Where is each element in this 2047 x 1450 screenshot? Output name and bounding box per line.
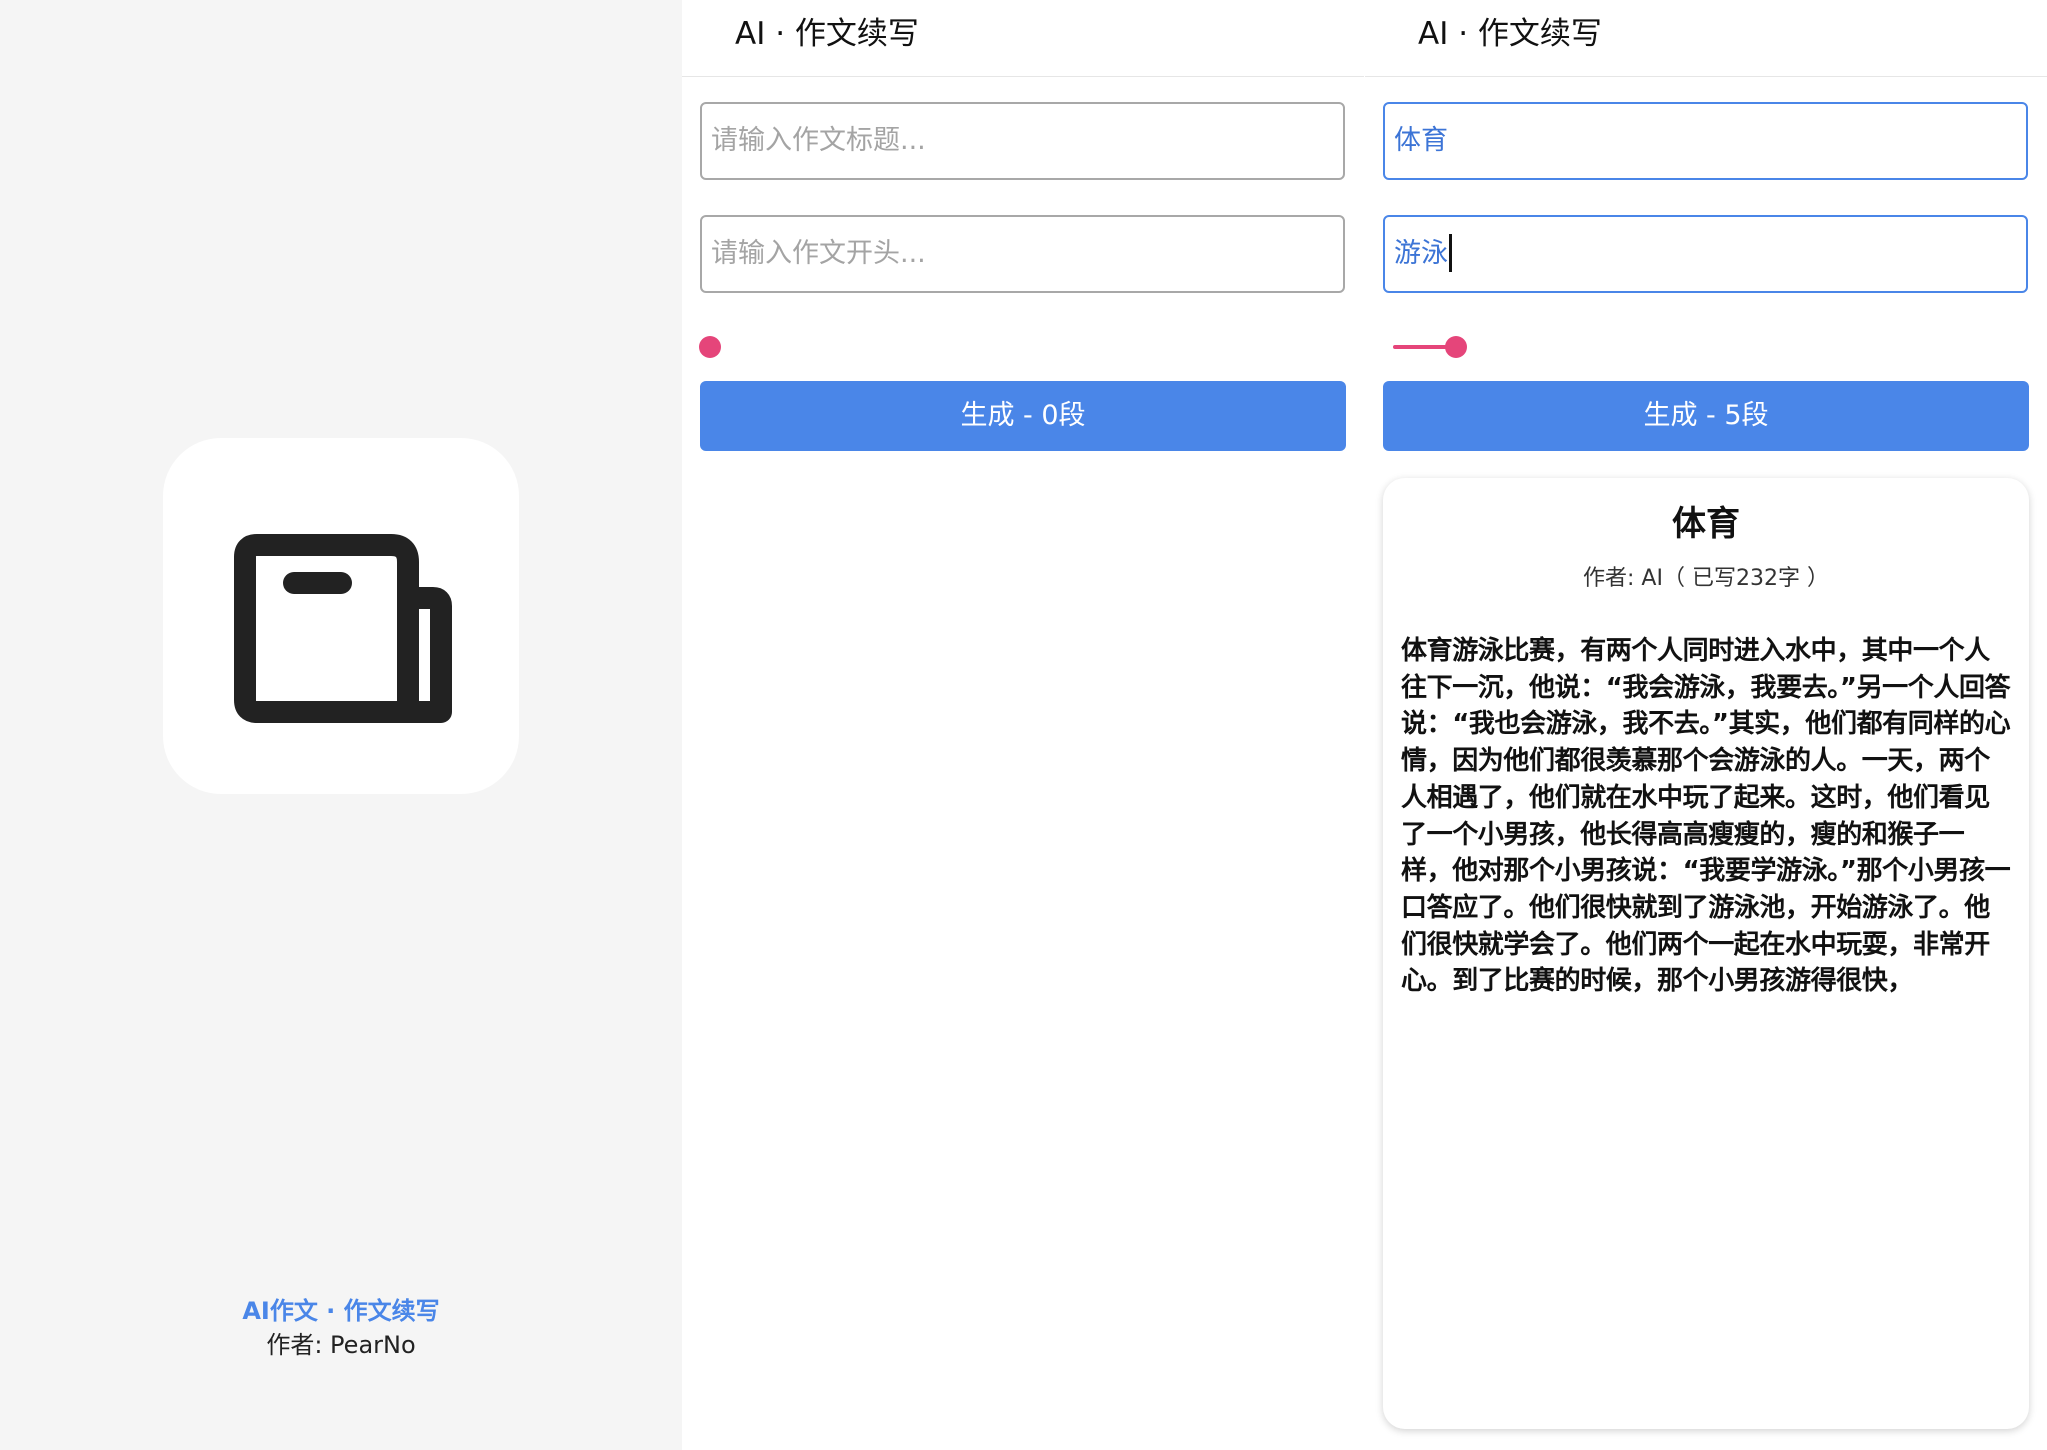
- app-header: AI · 作文续写: [1365, 0, 2047, 77]
- slider-thumb[interactable]: [1445, 336, 1467, 358]
- text-caret: [1449, 233, 1452, 272]
- essay-title-input[interactable]: 请输入作文标题...: [700, 102, 1345, 180]
- essay-result-card: 体育 作者: AI（ 已写232字 ） 体育游泳比赛，有两个人同时进入水中，其中…: [1383, 478, 2029, 1429]
- essay-opening-placeholder: 请输入作文开头...: [711, 238, 926, 269]
- essay-author-wordcount: 作者: AI（ 已写232字 ）: [1583, 566, 1829, 591]
- paragraph-count-slider[interactable]: [1382, 330, 2042, 364]
- essay-opening-value: 游泳: [1394, 238, 1448, 269]
- book-icon: [234, 534, 452, 723]
- page-title: AI · 作文续写: [1418, 16, 1602, 52]
- essay-title-placeholder: 请输入作文标题...: [711, 125, 926, 156]
- generate-button[interactable]: 生成 - 5段: [1383, 381, 2029, 451]
- splash-screen: AI作文 · 作文续写 作者: PearNo: [0, 0, 682, 1450]
- composer-screen-empty: AI · 作文续写 请输入作文标题... 请输入作文开头... 生成 - 0段: [682, 0, 1364, 1450]
- splash-footer: AI作文 · 作文续写 作者: PearNo: [0, 1294, 682, 1362]
- composer-screen-result: AI · 作文续写 体育 游泳 生成 - 5段 体育 作者: AI（ 已写232…: [1365, 0, 2047, 1450]
- essay-title-value: 体育: [1394, 125, 1448, 156]
- page-title: AI · 作文续写: [735, 16, 919, 52]
- essay-title-input[interactable]: 体育: [1383, 102, 2028, 180]
- slider-thumb[interactable]: [699, 336, 721, 358]
- essay-opening-input[interactable]: 游泳: [1383, 215, 2028, 293]
- splash-author: 作者: PearNo: [266, 1331, 416, 1359]
- splash-app-name: AI作文 · 作文续写: [242, 1297, 440, 1325]
- paragraph-count-slider[interactable]: [699, 330, 1359, 364]
- generate-button[interactable]: 生成 - 0段: [700, 381, 1346, 451]
- app-icon: [163, 438, 519, 794]
- app-header: AI · 作文续写: [682, 0, 1364, 77]
- essay-body: 体育游泳比赛，有两个人同时进入水中，其中一个人往下一沉，他说：“我会游泳，我要去…: [1401, 636, 2011, 997]
- essay-title: 体育: [1672, 504, 1740, 544]
- essay-opening-input[interactable]: 请输入作文开头...: [700, 215, 1345, 293]
